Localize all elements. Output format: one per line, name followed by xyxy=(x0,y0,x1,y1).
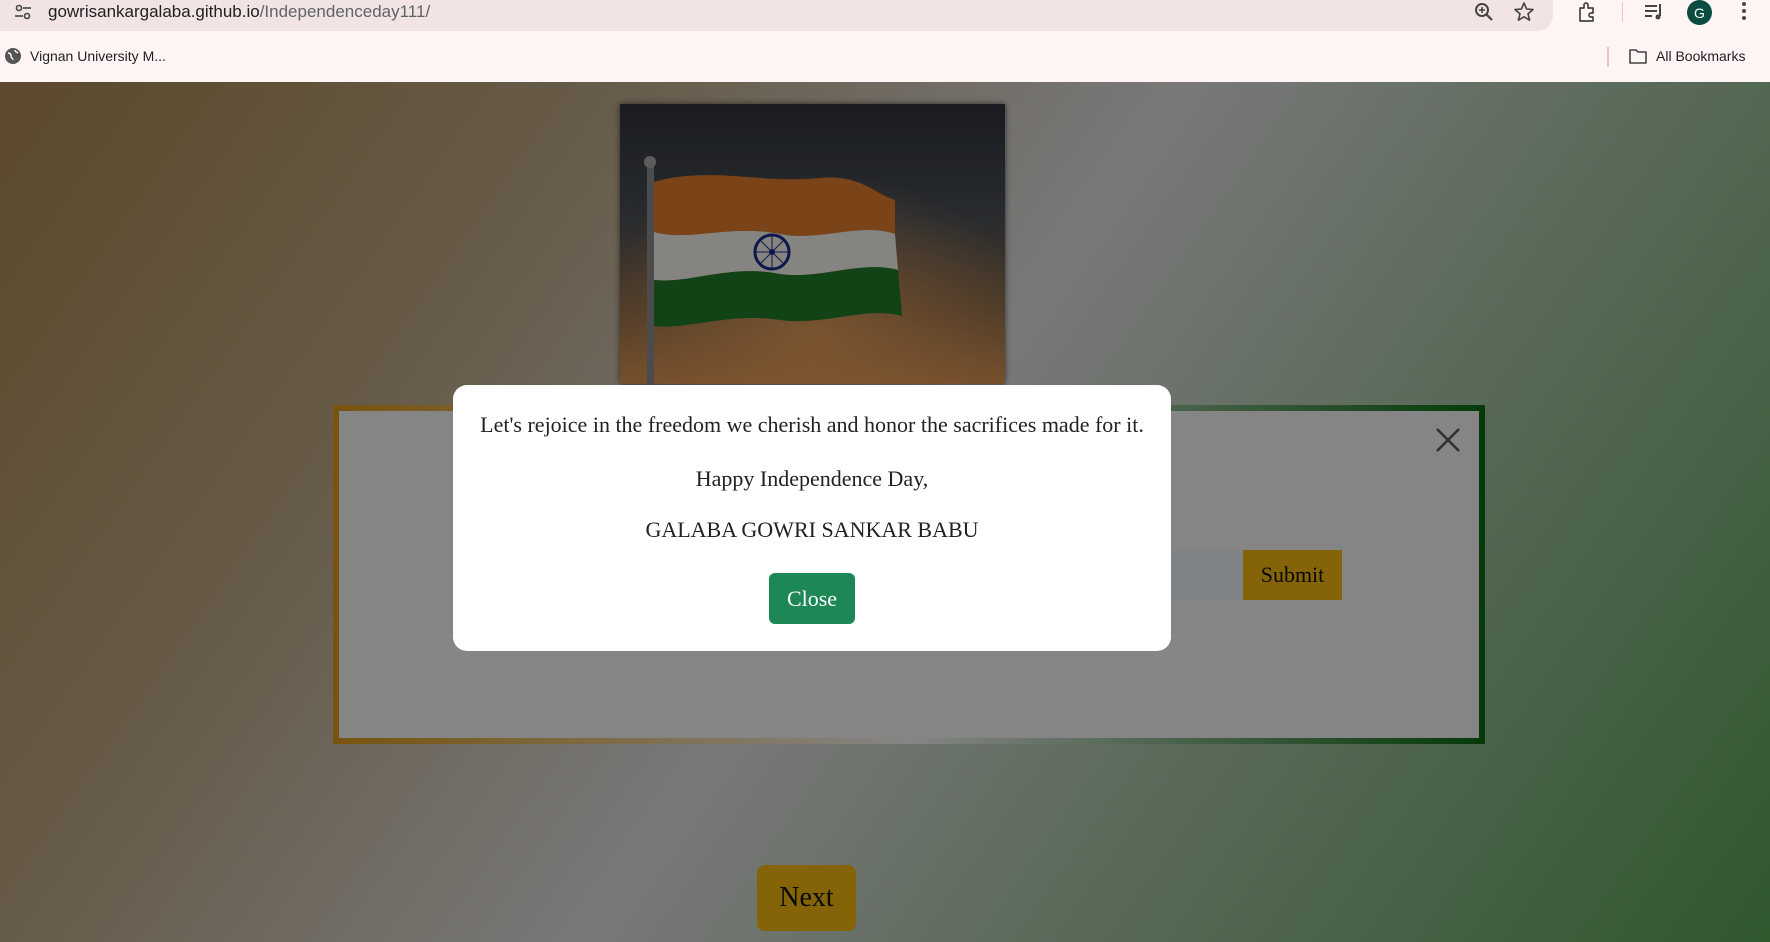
site-info-icon[interactable] xyxy=(14,3,32,21)
profile-avatar[interactable]: G xyxy=(1687,0,1712,25)
bookmark-item[interactable]: Vignan University M... xyxy=(4,47,166,65)
url-path: /Independenceday111/ xyxy=(259,2,431,21)
browser-chrome: gowrisankargalaba.github.io/Independence… xyxy=(0,0,1770,82)
all-bookmarks-button[interactable]: All Bookmarks xyxy=(1628,47,1745,65)
modal-message: Let's rejoice in the freedom we cherish … xyxy=(480,412,1144,437)
bookmark-label: Vignan University M... xyxy=(30,48,166,64)
all-bookmarks-label: All Bookmarks xyxy=(1656,48,1746,64)
url-host: gowrisankargalaba.github.io xyxy=(48,2,260,21)
close-button[interactable]: Close xyxy=(769,573,855,624)
page-content: Submit Next Let's rejoice in the freedom… xyxy=(0,82,1770,942)
toolbar-divider xyxy=(1622,2,1623,22)
modal-greeting: Happy Independence Day, xyxy=(695,466,929,491)
zoom-icon[interactable] xyxy=(1473,1,1495,23)
globe-icon xyxy=(5,48,21,64)
more-menu-icon[interactable] xyxy=(1732,0,1756,24)
folder-icon xyxy=(1629,49,1647,64)
modal-name: GALABA GOWRI SANKAR BABU xyxy=(645,517,979,542)
bookmarks-divider xyxy=(1607,47,1609,67)
address-bar[interactable]: gowrisankargalaba.github.io/Independence… xyxy=(0,0,1553,31)
extensions-icon[interactable] xyxy=(1576,0,1600,24)
url-text[interactable]: gowrisankargalaba.github.io/Independence… xyxy=(48,2,430,22)
bookmark-star-icon[interactable] xyxy=(1513,1,1535,23)
greeting-modal: Let's rejoice in the freedom we cherish … xyxy=(453,385,1171,651)
media-controls-icon[interactable] xyxy=(1642,0,1666,24)
